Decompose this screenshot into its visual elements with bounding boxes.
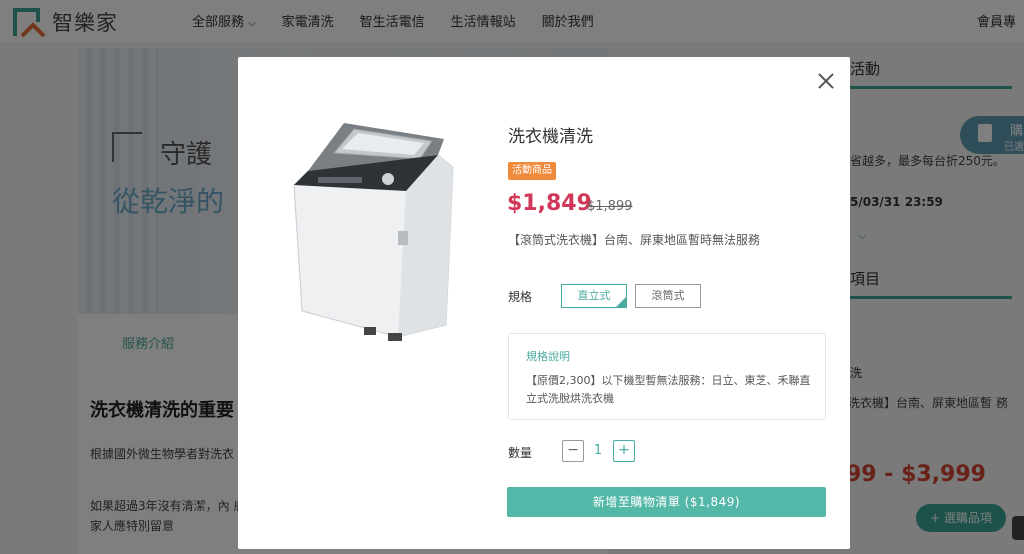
service-notice: 【滾筒式洗衣機】台南、屏東地區暫時無法服務 bbox=[508, 233, 761, 247]
promo-badge: 活動商品 bbox=[508, 162, 556, 180]
spec-description-text: 【原價2,300】以下機型暫無法服務：日立、東芝、禾聯直立式洗脫烘洗衣機 bbox=[526, 374, 811, 405]
spec-option-label: 直立式 bbox=[577, 289, 611, 302]
check-icon: ✓ bbox=[619, 293, 626, 302]
product-title: 洗衣機清洗 bbox=[508, 127, 593, 147]
spec-option-top-load[interactable]: 直立式 ✓ bbox=[561, 284, 627, 308]
original-price: $1,899 bbox=[587, 199, 633, 214]
product-price: $1,849 bbox=[507, 191, 592, 216]
close-icon[interactable] bbox=[816, 71, 836, 91]
spec-option-label: 滾筒式 bbox=[651, 289, 685, 302]
washing-machine-image bbox=[293, 123, 454, 341]
spec-option-front-load[interactable]: 滾筒式 bbox=[635, 284, 701, 308]
spec-description-title: 規格說明 bbox=[526, 350, 570, 363]
spec-label: 規格 bbox=[508, 290, 533, 304]
quantity-decrease-button[interactable]: − bbox=[562, 440, 584, 462]
quantity-value: 1 bbox=[593, 443, 603, 458]
quantity-label: 數量 bbox=[508, 446, 533, 460]
quantity-increase-button[interactable]: + bbox=[613, 440, 635, 462]
spec-description-box: 規格說明 【原價2,300】以下機型暫無法服務：日立、東芝、禾聯直立式洗脫烘洗衣… bbox=[508, 333, 826, 420]
add-to-cart-button[interactable]: 新增至購物清單 ($1,849) bbox=[507, 487, 826, 517]
product-modal: 洗衣機清洗 活動商品 $1,849 $1,899 【滾筒式洗衣機】台南、屏東地區… bbox=[238, 57, 850, 549]
